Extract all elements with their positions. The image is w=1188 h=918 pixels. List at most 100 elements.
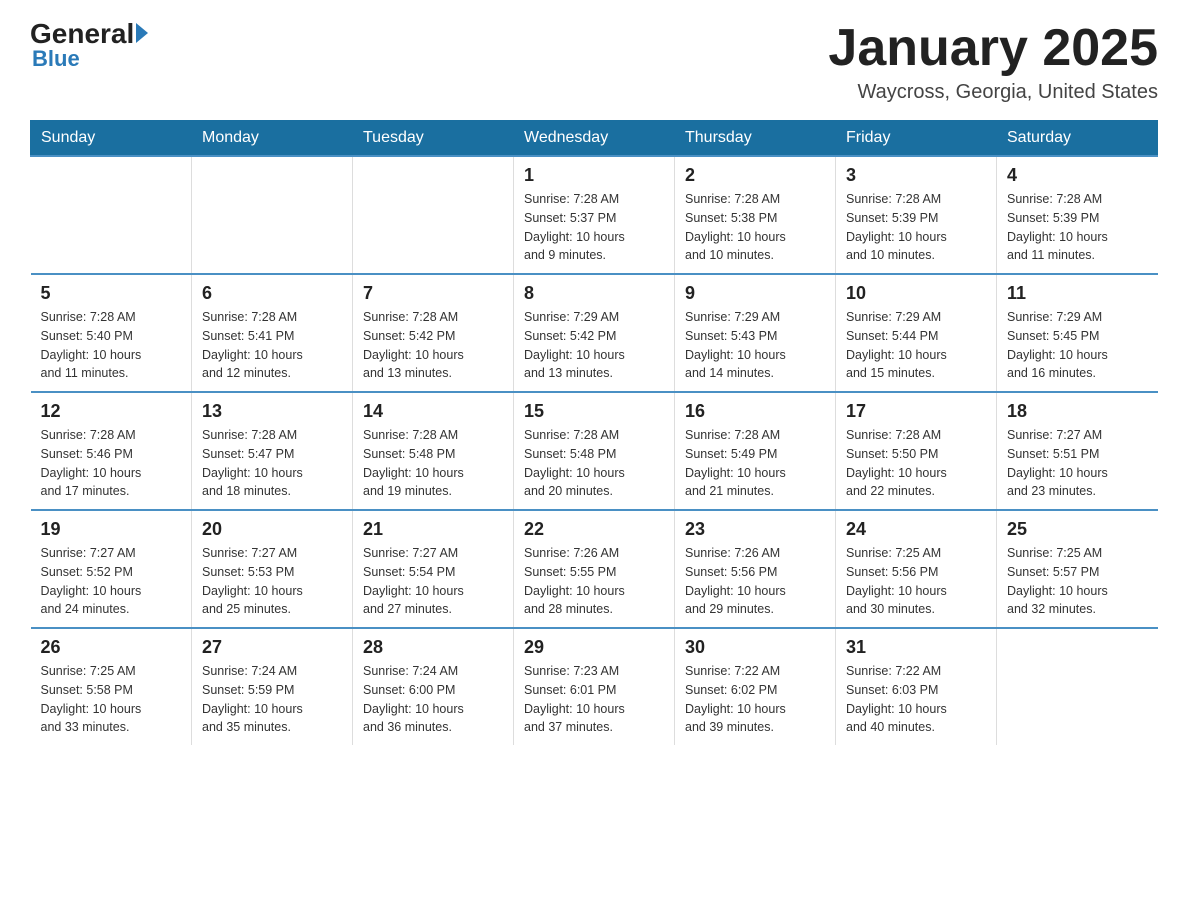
day-number: 14 <box>363 401 503 422</box>
header-cell-tuesday: Tuesday <box>353 121 514 157</box>
day-cell: 15 Sunrise: 7:28 AM Sunset: 5:48 PM Dayli… <box>514 392 675 510</box>
header: General Blue January 2025 Waycross, Geor… <box>30 20 1158 104</box>
day-cell: 12 Sunrise: 7:28 AM Sunset: 5:46 PM Dayli… <box>31 392 192 510</box>
subtitle: Waycross, Georgia, United States <box>828 81 1158 104</box>
day-number: 5 <box>41 283 182 304</box>
day-info: Sunrise: 7:28 AM Sunset: 5:49 PM Dayligh… <box>685 426 825 501</box>
day-info: Sunrise: 7:22 AM Sunset: 6:03 PM Dayligh… <box>846 662 986 737</box>
day-number: 31 <box>846 637 986 658</box>
day-info: Sunrise: 7:28 AM Sunset: 5:38 PM Dayligh… <box>685 190 825 265</box>
title-area: January 2025 Waycross, Georgia, United S… <box>828 20 1158 104</box>
day-info: Sunrise: 7:28 AM Sunset: 5:40 PM Dayligh… <box>41 308 182 383</box>
day-number: 28 <box>363 637 503 658</box>
day-number: 30 <box>685 637 825 658</box>
day-info: Sunrise: 7:28 AM Sunset: 5:47 PM Dayligh… <box>202 426 342 501</box>
day-cell: 29 Sunrise: 7:23 AM Sunset: 6:01 PM Dayli… <box>514 628 675 745</box>
day-number: 17 <box>846 401 986 422</box>
day-info: Sunrise: 7:24 AM Sunset: 6:00 PM Dayligh… <box>363 662 503 737</box>
day-cell: 24Sunrise: 7:25 AM Sunset: 5:56 PM Dayli… <box>836 510 997 628</box>
day-cell: 10Sunrise: 7:29 AM Sunset: 5:44 PM Dayli… <box>836 274 997 392</box>
logo-text-general: General <box>30 20 134 48</box>
header-cell-sunday: Sunday <box>31 121 192 157</box>
day-number: 26 <box>41 637 182 658</box>
day-cell: 31 Sunrise: 7:22 AM Sunset: 6:03 PM Dayli… <box>836 628 997 745</box>
day-cell: 9Sunrise: 7:29 AM Sunset: 5:43 PM Daylig… <box>675 274 836 392</box>
calendar-header: SundayMondayTuesdayWednesdayThursdayFrid… <box>31 121 1158 157</box>
week-row-4: 19Sunrise: 7:27 AM Sunset: 5:52 PM Dayli… <box>31 510 1158 628</box>
day-cell: 21 Sunrise: 7:27 AM Sunset: 5:54 PM Dayli… <box>353 510 514 628</box>
day-info: Sunrise: 7:28 AM Sunset: 5:48 PM Dayligh… <box>363 426 503 501</box>
day-number: 18 <box>1007 401 1148 422</box>
day-info: Sunrise: 7:26 AM Sunset: 5:55 PM Dayligh… <box>524 544 664 619</box>
day-info: Sunrise: 7:28 AM Sunset: 5:42 PM Dayligh… <box>363 308 503 383</box>
day-number: 22 <box>524 519 664 540</box>
day-info: Sunrise: 7:28 AM Sunset: 5:41 PM Dayligh… <box>202 308 342 383</box>
day-cell: 5 Sunrise: 7:28 AM Sunset: 5:40 PM Daylig… <box>31 274 192 392</box>
header-cell-wednesday: Wednesday <box>514 121 675 157</box>
day-cell: 8 Sunrise: 7:29 AM Sunset: 5:42 PM Daylig… <box>514 274 675 392</box>
day-info: Sunrise: 7:25 AM Sunset: 5:57 PM Dayligh… <box>1007 544 1148 619</box>
day-cell: 16Sunrise: 7:28 AM Sunset: 5:49 PM Dayli… <box>675 392 836 510</box>
day-number: 23 <box>685 519 825 540</box>
header-row: SundayMondayTuesdayWednesdayThursdayFrid… <box>31 121 1158 157</box>
day-number: 21 <box>363 519 503 540</box>
week-row-2: 5 Sunrise: 7:28 AM Sunset: 5:40 PM Daylig… <box>31 274 1158 392</box>
day-number: 8 <box>524 283 664 304</box>
day-info: Sunrise: 7:26 AM Sunset: 5:56 PM Dayligh… <box>685 544 825 619</box>
logo-arrow-icon <box>136 23 148 43</box>
day-cell <box>31 156 192 274</box>
header-cell-saturday: Saturday <box>997 121 1158 157</box>
week-row-3: 12 Sunrise: 7:28 AM Sunset: 5:46 PM Dayli… <box>31 392 1158 510</box>
day-info: Sunrise: 7:29 AM Sunset: 5:43 PM Dayligh… <box>685 308 825 383</box>
day-number: 13 <box>202 401 342 422</box>
day-cell: 23 Sunrise: 7:26 AM Sunset: 5:56 PM Dayli… <box>675 510 836 628</box>
header-cell-friday: Friday <box>836 121 997 157</box>
day-cell <box>997 628 1158 745</box>
day-number: 19 <box>41 519 182 540</box>
day-cell: 22 Sunrise: 7:26 AM Sunset: 5:55 PM Dayli… <box>514 510 675 628</box>
logo: General Blue <box>30 20 148 70</box>
day-cell: 28 Sunrise: 7:24 AM Sunset: 6:00 PM Dayli… <box>353 628 514 745</box>
day-info: Sunrise: 7:28 AM Sunset: 5:50 PM Dayligh… <box>846 426 986 501</box>
day-cell: 27Sunrise: 7:24 AM Sunset: 5:59 PM Dayli… <box>192 628 353 745</box>
day-cell: 13 Sunrise: 7:28 AM Sunset: 5:47 PM Dayli… <box>192 392 353 510</box>
day-cell: 17 Sunrise: 7:28 AM Sunset: 5:50 PM Dayli… <box>836 392 997 510</box>
day-cell: 1Sunrise: 7:28 AM Sunset: 5:37 PM Daylig… <box>514 156 675 274</box>
day-cell: 2 Sunrise: 7:28 AM Sunset: 5:38 PM Daylig… <box>675 156 836 274</box>
day-number: 25 <box>1007 519 1148 540</box>
day-number: 2 <box>685 165 825 186</box>
day-number: 11 <box>1007 283 1148 304</box>
week-row-5: 26 Sunrise: 7:25 AM Sunset: 5:58 PM Dayli… <box>31 628 1158 745</box>
day-info: Sunrise: 7:29 AM Sunset: 5:42 PM Dayligh… <box>524 308 664 383</box>
day-info: Sunrise: 7:22 AM Sunset: 6:02 PM Dayligh… <box>685 662 825 737</box>
day-cell <box>192 156 353 274</box>
day-number: 3 <box>846 165 986 186</box>
page-title: January 2025 <box>828 20 1158 77</box>
week-row-1: 1Sunrise: 7:28 AM Sunset: 5:37 PM Daylig… <box>31 156 1158 274</box>
day-info: Sunrise: 7:25 AM Sunset: 5:58 PM Dayligh… <box>41 662 182 737</box>
logo-text-blue: Blue <box>32 48 80 70</box>
day-cell: 7Sunrise: 7:28 AM Sunset: 5:42 PM Daylig… <box>353 274 514 392</box>
day-info: Sunrise: 7:28 AM Sunset: 5:37 PM Dayligh… <box>524 190 664 265</box>
header-cell-thursday: Thursday <box>675 121 836 157</box>
day-number: 12 <box>41 401 182 422</box>
day-info: Sunrise: 7:29 AM Sunset: 5:44 PM Dayligh… <box>846 308 986 383</box>
day-number: 15 <box>524 401 664 422</box>
calendar-body: 1Sunrise: 7:28 AM Sunset: 5:37 PM Daylig… <box>31 156 1158 745</box>
day-cell: 3 Sunrise: 7:28 AM Sunset: 5:39 PM Daylig… <box>836 156 997 274</box>
day-info: Sunrise: 7:23 AM Sunset: 6:01 PM Dayligh… <box>524 662 664 737</box>
day-cell: 19Sunrise: 7:27 AM Sunset: 5:52 PM Dayli… <box>31 510 192 628</box>
day-number: 27 <box>202 637 342 658</box>
day-info: Sunrise: 7:29 AM Sunset: 5:45 PM Dayligh… <box>1007 308 1148 383</box>
day-info: Sunrise: 7:27 AM Sunset: 5:54 PM Dayligh… <box>363 544 503 619</box>
day-number: 20 <box>202 519 342 540</box>
day-info: Sunrise: 7:27 AM Sunset: 5:51 PM Dayligh… <box>1007 426 1148 501</box>
day-cell: 30 Sunrise: 7:22 AM Sunset: 6:02 PM Dayli… <box>675 628 836 745</box>
day-cell: 18 Sunrise: 7:27 AM Sunset: 5:51 PM Dayli… <box>997 392 1158 510</box>
day-info: Sunrise: 7:28 AM Sunset: 5:46 PM Dayligh… <box>41 426 182 501</box>
day-number: 6 <box>202 283 342 304</box>
day-number: 24 <box>846 519 986 540</box>
day-info: Sunrise: 7:28 AM Sunset: 5:48 PM Dayligh… <box>524 426 664 501</box>
day-info: Sunrise: 7:28 AM Sunset: 5:39 PM Dayligh… <box>846 190 986 265</box>
day-number: 29 <box>524 637 664 658</box>
